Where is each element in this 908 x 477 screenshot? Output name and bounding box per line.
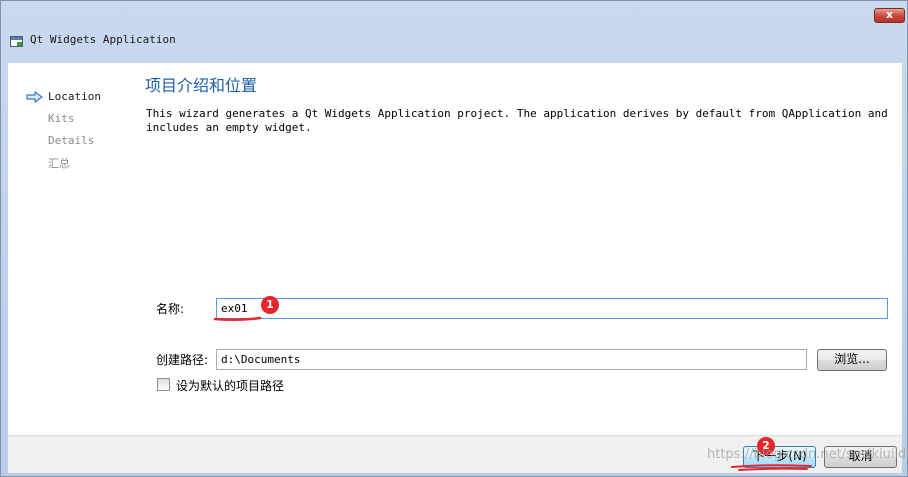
app-window-icon <box>10 36 23 47</box>
step-details: Details <box>48 134 95 147</box>
name-label: 名称: <box>156 302 185 316</box>
page-title: 项目介绍和位置 <box>145 76 258 95</box>
next-underline-annotation <box>731 464 812 471</box>
wizard-content: Location Kits Details 汇总 项目介绍和位置 This wi… <box>8 63 902 435</box>
browse-button[interactable]: 浏览... <box>817 349 887 371</box>
close-icon: x <box>885 8 894 21</box>
default-path-label: 设为默认的项目路径 <box>176 379 285 393</box>
watermark-text: https://blog.csdn.net/snsikiuiido <box>707 447 908 462</box>
title-bar[interactable]: Qt Widgets Application x <box>1 1 907 63</box>
annotation-marker-1: 1 <box>261 296 279 314</box>
step-summary: 汇总 <box>48 157 70 170</box>
page-description: This wizard generates a Qt Widgets Appli… <box>146 107 888 134</box>
project-path-input[interactable]: d:\Documents <box>216 349 807 370</box>
name-underline-annotation <box>213 316 262 322</box>
default-path-checkbox[interactable] <box>157 378 170 391</box>
right-arrow-icon <box>26 91 43 103</box>
wizard-window: Qt Widgets Application x Location Kits D… <box>0 0 908 477</box>
wizard-steps-sidebar: Location Kits Details 汇总 <box>8 63 133 435</box>
window-title: Qt Widgets Application <box>30 33 176 46</box>
close-button[interactable]: x <box>874 8 905 23</box>
path-label: 创建路径: <box>156 353 209 367</box>
step-kits: Kits <box>48 112 75 125</box>
step-location: Location <box>48 90 101 103</box>
project-name-input[interactable]: ex01 <box>216 298 888 319</box>
